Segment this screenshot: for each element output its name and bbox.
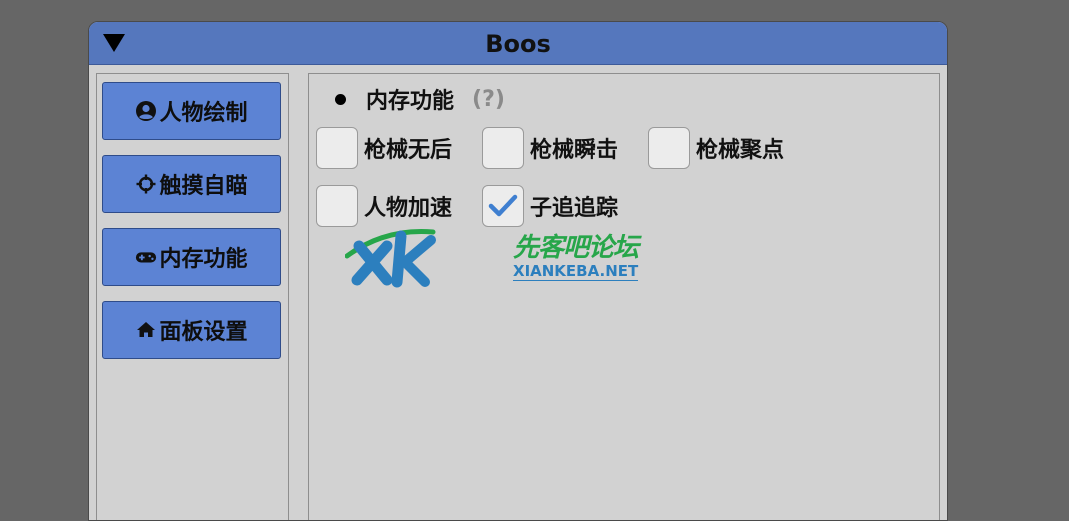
checkbox-label: 子追追踪	[530, 196, 619, 221]
checkbox[interactable]	[316, 185, 358, 227]
gamepad-icon	[135, 246, 157, 268]
checkbox-label: 枪械瞬击	[530, 138, 619, 163]
checkbox[interactable]	[316, 127, 358, 169]
xk-logo-icon	[344, 229, 436, 288]
checkbox-label: 枪械无后	[364, 138, 453, 163]
checkbox-instant-hit[interactable]: 枪械瞬击	[482, 126, 618, 170]
sidebar-item-label: 内存功能	[159, 247, 248, 272]
sidebar-item-touch-aim[interactable]: 触摸自瞄	[102, 155, 281, 213]
sidebar-item-label: 触摸自瞄	[159, 174, 248, 199]
sidebar-item-memory-features[interactable]: 内存功能	[102, 228, 281, 286]
sidebar-item-character-esp[interactable]: 人物绘制	[102, 82, 281, 140]
sidebar: 人物绘制 触摸自瞄 内存功能 面板设置	[96, 73, 289, 520]
sidebar-item-label: 人物绘制	[159, 101, 248, 126]
watermark-domain: XIANKEBA.NET	[513, 262, 639, 281]
checkbox-label: 人物加速	[364, 196, 453, 221]
watermark-name: 先客吧论坛	[513, 233, 639, 263]
help-marker[interactable]: (?)	[472, 87, 505, 112]
watermark-logo: 先客吧论坛 XIANKEBA.NET	[344, 226, 645, 288]
checkbox[interactable]	[482, 127, 524, 169]
checkbox[interactable]	[648, 127, 690, 169]
title-bar[interactable]: Boos	[89, 22, 947, 65]
crosshair-icon	[135, 173, 157, 195]
section-title: 内存功能	[366, 89, 455, 114]
sidebar-item-label: 面板设置	[159, 320, 248, 345]
window-title: Boos	[485, 30, 551, 58]
content-panel: 内存功能 (?) 枪械无后 枪械瞬击 枪械聚点 人物加速 子追追踪	[308, 73, 940, 520]
section-header: 内存功能 (?)	[335, 84, 505, 114]
home-icon	[135, 319, 157, 341]
user-circle-icon	[135, 100, 157, 122]
checkbox-checked[interactable]	[482, 185, 524, 227]
checkbox-speed-boost[interactable]: 人物加速	[316, 184, 452, 228]
checkbox-no-recoil[interactable]: 枪械无后	[316, 126, 452, 170]
checkbox-bullet-tracking[interactable]: 子追追踪	[482, 184, 618, 228]
checkbox-label: 枪械聚点	[696, 138, 785, 163]
checkbox-bullet-focus[interactable]: 枪械聚点	[648, 126, 784, 170]
checkmark-icon	[488, 194, 518, 217]
bullet-icon	[335, 93, 346, 105]
sidebar-item-panel-settings[interactable]: 面板设置	[102, 301, 281, 359]
